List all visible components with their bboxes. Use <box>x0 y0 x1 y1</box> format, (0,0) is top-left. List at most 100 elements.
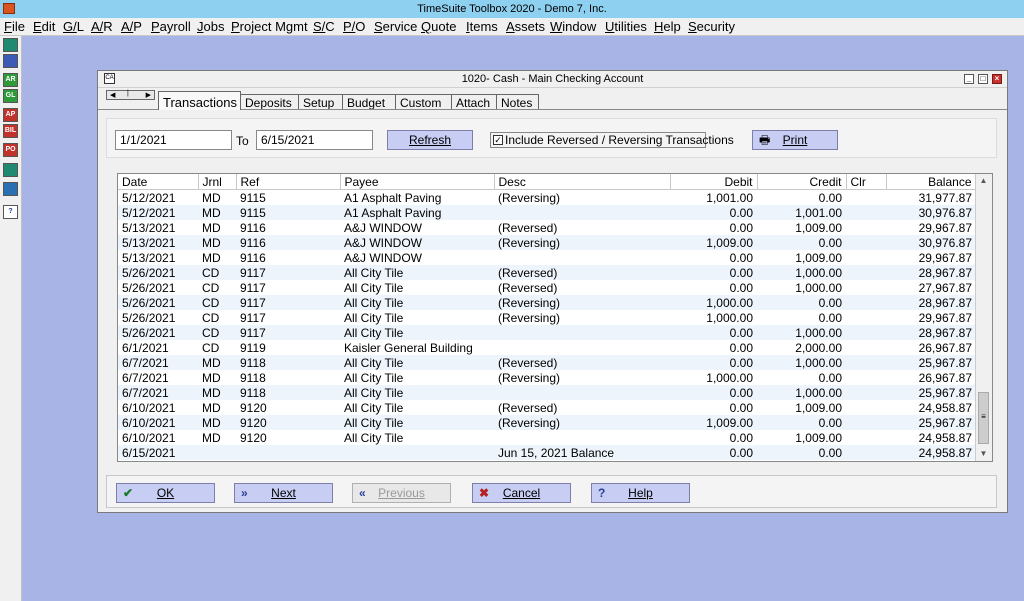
computer-icon[interactable] <box>3 38 18 52</box>
tab-attach[interactable]: Attach <box>451 94 498 110</box>
cell-desc: (Reversing) <box>494 295 670 310</box>
table-row[interactable]: 6/7/2021 MD 9118 All City Tile (Reversed) 0.0… <box>118 355 976 370</box>
column-header-payee[interactable]: Payee <box>340 174 495 190</box>
cell-debit: 0.00 <box>729 400 753 415</box>
menu-items[interactable]: Items <box>466 19 498 34</box>
cell-jrnl: MD <box>198 415 236 430</box>
next-button[interactable]: » Next <box>234 483 333 503</box>
menu-security[interactable]: Security <box>688 19 735 34</box>
column-header-balance[interactable]: Balance <box>886 174 977 190</box>
column-header-date[interactable]: Date <box>118 174 199 190</box>
tab-setup[interactable]: Setup <box>298 94 344 110</box>
cell-jrnl: CD <box>202 310 220 325</box>
printer-icon: 🖶 <box>759 133 771 147</box>
menu-g-l[interactable]: G/L <box>63 19 84 34</box>
cell-date: 5/13/2021 <box>122 250 176 265</box>
tab-deposits[interactable]: Deposits <box>240 94 300 110</box>
ar-ledger-icon[interactable]: AR <box>3 73 18 87</box>
menu-quote[interactable]: Quote <box>421 19 456 34</box>
refresh-button[interactable]: Refresh <box>387 130 473 150</box>
print-button[interactable]: 🖶 Print <box>752 130 838 150</box>
cell-clr <box>846 250 886 265</box>
menu-project-mgmt[interactable]: Project Mgmt <box>231 19 308 34</box>
menu-jobs[interactable]: Jobs <box>197 19 224 34</box>
table-row[interactable]: 5/26/2021 CD 9117 All City Tile (Reversed) 0.… <box>118 280 976 295</box>
menu-utilities[interactable]: Utilities <box>605 19 647 34</box>
previous-button-label: Previous <box>378 486 425 500</box>
tab-scroll-arrows[interactable]: ◀ | ▶ <box>106 90 155 100</box>
tab-scroll-divider: | <box>127 90 129 97</box>
tab-budget[interactable]: Budget <box>342 94 397 110</box>
tab-custom[interactable]: Custom <box>395 94 453 110</box>
transactions-grid[interactable]: Date Jrnl Ref Payee Desc Debit Credit Clr Balanc… <box>117 173 993 462</box>
menu-p-o[interactable]: P/O <box>343 19 365 34</box>
tab-scroll-left-icon[interactable]: ◀ <box>110 91 115 99</box>
table-row[interactable]: 5/13/2021 MD 9116 A&J WINDOW (Reversing) 1,00… <box>118 235 976 250</box>
table-row[interactable]: 6/15/2021 Jun 15, 2021 Balance 0.00 0.00 24,… <box>118 445 976 460</box>
from-date-input[interactable]: 1/1/2021 <box>115 130 232 150</box>
cell-credit: 1,000.00 <box>757 385 846 400</box>
table-row[interactable]: 6/7/2021 MD 9118 All City Tile (Reversing) 1,… <box>118 370 976 385</box>
table-row[interactable]: 6/10/2021 MD 9120 All City Tile (Reversed) 0.… <box>118 400 976 415</box>
grid-scrollbar[interactable]: ▲ ≡ ▼ <box>975 174 992 461</box>
checklist-icon[interactable] <box>3 54 18 68</box>
column-header-ref[interactable]: Ref <box>236 174 341 190</box>
menu-assets[interactable]: Assets <box>506 19 545 34</box>
close-icon[interactable]: × <box>992 74 1002 84</box>
table-row[interactable]: 5/26/2021 CD 9117 All City Tile (Reversed) 0.… <box>118 265 976 280</box>
menu-help[interactable]: Help <box>654 19 681 34</box>
scroll-up-icon[interactable]: ▲ <box>977 175 990 187</box>
menu-file[interactable]: File <box>4 19 25 34</box>
scroll-down-icon[interactable]: ▼ <box>977 448 990 460</box>
table-row[interactable]: 5/13/2021 MD 9116 A&J WINDOW 0.00 1,009.00 29,… <box>118 250 976 265</box>
menu-service[interactable]: Service <box>374 19 417 34</box>
tab-scroll-right-icon[interactable]: ▶ <box>146 91 151 99</box>
include-reversed-checkbox[interactable]: ✓ Include Reversed / Reversing Transacti… <box>490 132 734 148</box>
menu-payroll[interactable]: Payroll <box>151 19 191 34</box>
cell-desc: (Reversing) <box>498 190 561 205</box>
previous-button[interactable]: « Previous <box>352 483 451 503</box>
maximize-icon[interactable]: □ <box>978 74 988 84</box>
column-header-clr[interactable]: Clr <box>846 174 887 190</box>
cell-date: 6/10/2021 <box>122 430 176 445</box>
table-row[interactable]: 6/10/2021 MD 9120 All City Tile 0.00 1,009.00… <box>118 430 976 445</box>
help-button[interactable]: ? Help <box>591 483 690 503</box>
ok-button[interactable]: ✔ OK <box>116 483 215 503</box>
column-header-jrnl[interactable]: Jrnl <box>198 174 237 190</box>
tab-transactions[interactable]: Transactions <box>158 91 241 110</box>
table-row[interactable]: 5/26/2021 CD 9117 All City Tile 0.00 1,000.00… <box>118 325 976 340</box>
cancel-button[interactable]: ✖ Cancel <box>472 483 571 503</box>
table-row[interactable]: 5/26/2021 CD 9117 All City Tile (Reversing) 1… <box>118 295 976 310</box>
minimize-icon[interactable]: _ <box>964 74 974 84</box>
help-icon[interactable]: ? <box>3 205 18 219</box>
table-row[interactable]: 5/13/2021 MD 9116 A&J WINDOW (Reversed) 0.00 1… <box>118 220 976 235</box>
po-icon[interactable]: PO <box>3 143 18 157</box>
cell-ref: 9115 <box>240 190 266 205</box>
menu-window[interactable]: Window <box>550 19 596 34</box>
column-header-credit[interactable]: Credit <box>757 174 847 190</box>
cell-payee: A1 Asphalt Paving <box>340 205 494 220</box>
tab-notes[interactable]: Notes <box>496 94 539 110</box>
table-header-row: Date Jrnl Ref Payee Desc Debit Credit Clr Balanc… <box>118 174 977 190</box>
ap-ledger-icon[interactable]: AP <box>3 108 18 122</box>
cell-credit: 1,009.00 <box>795 250 842 265</box>
column-header-debit[interactable]: Debit <box>670 174 758 190</box>
column-header-desc[interactable]: Desc <box>494 174 671 190</box>
table-row[interactable]: 6/7/2021 MD 9118 All City Tile 0.00 1,000.00 2… <box>118 385 976 400</box>
table-row[interactable]: 5/12/2021 MD 9115 A1 Asphalt Paving 0.00 1,00… <box>118 205 976 220</box>
menu-a-r[interactable]: A/R <box>91 19 113 34</box>
worker-icon[interactable] <box>3 182 18 196</box>
table-row[interactable]: 6/10/2021 MD 9120 All City Tile (Reversing) 1… <box>118 415 976 430</box>
cell-balance: 26,967.87 <box>918 370 972 385</box>
terminal-icon[interactable] <box>3 163 18 177</box>
table-row[interactable]: 5/12/2021 MD 9115 A1 Asphalt Paving (Reversi… <box>118 190 976 206</box>
scroll-thumb[interactable]: ≡ <box>978 392 989 444</box>
gl-ledger-icon[interactable]: GL <box>3 89 18 103</box>
menu-a-p[interactable]: A/P <box>121 19 142 34</box>
table-row[interactable]: 5/26/2021 CD 9117 All City Tile (Reversing) 1… <box>118 310 976 325</box>
to-date-input[interactable]: 6/15/2021 <box>256 130 373 150</box>
table-row[interactable]: 6/1/2021 CD 9119 Kaisler General Building 0.… <box>118 340 976 355</box>
menu-s-c[interactable]: S/C <box>313 19 335 34</box>
bill-icon[interactable]: BIL <box>3 124 18 138</box>
menu-edit[interactable]: Edit <box>33 19 55 34</box>
